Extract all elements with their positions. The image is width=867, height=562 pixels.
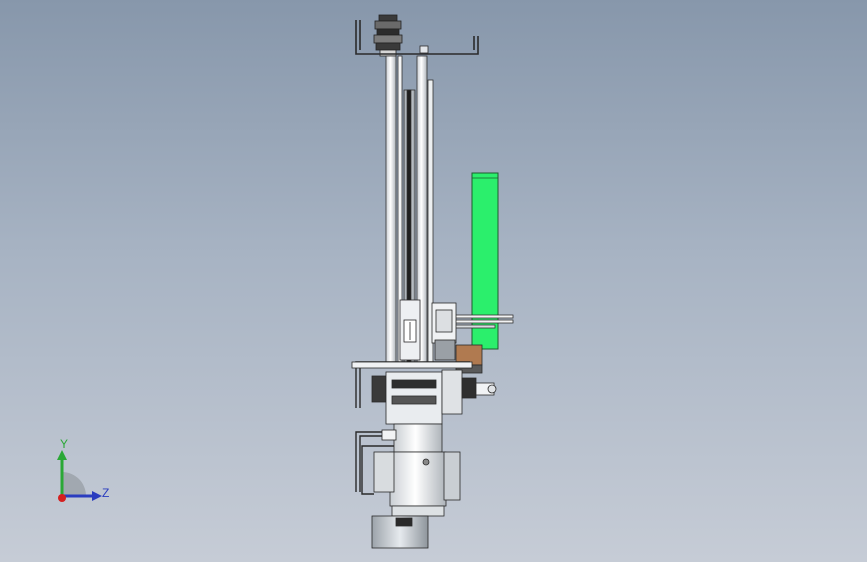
motor[interactable] — [371, 423, 461, 549]
z-axis-label: Z — [102, 486, 110, 500]
assembly-model[interactable] — [0, 0, 867, 562]
top-pulley[interactable] — [373, 14, 403, 57]
side-rods[interactable] — [454, 314, 514, 329]
gearbox[interactable] — [371, 369, 497, 425]
y-axis-label: Y — [60, 437, 69, 451]
cad-viewport[interactable]: Y Z — [0, 0, 867, 562]
coordinate-triad: Y Z — [48, 438, 120, 512]
triad-graphic — [57, 450, 102, 502]
